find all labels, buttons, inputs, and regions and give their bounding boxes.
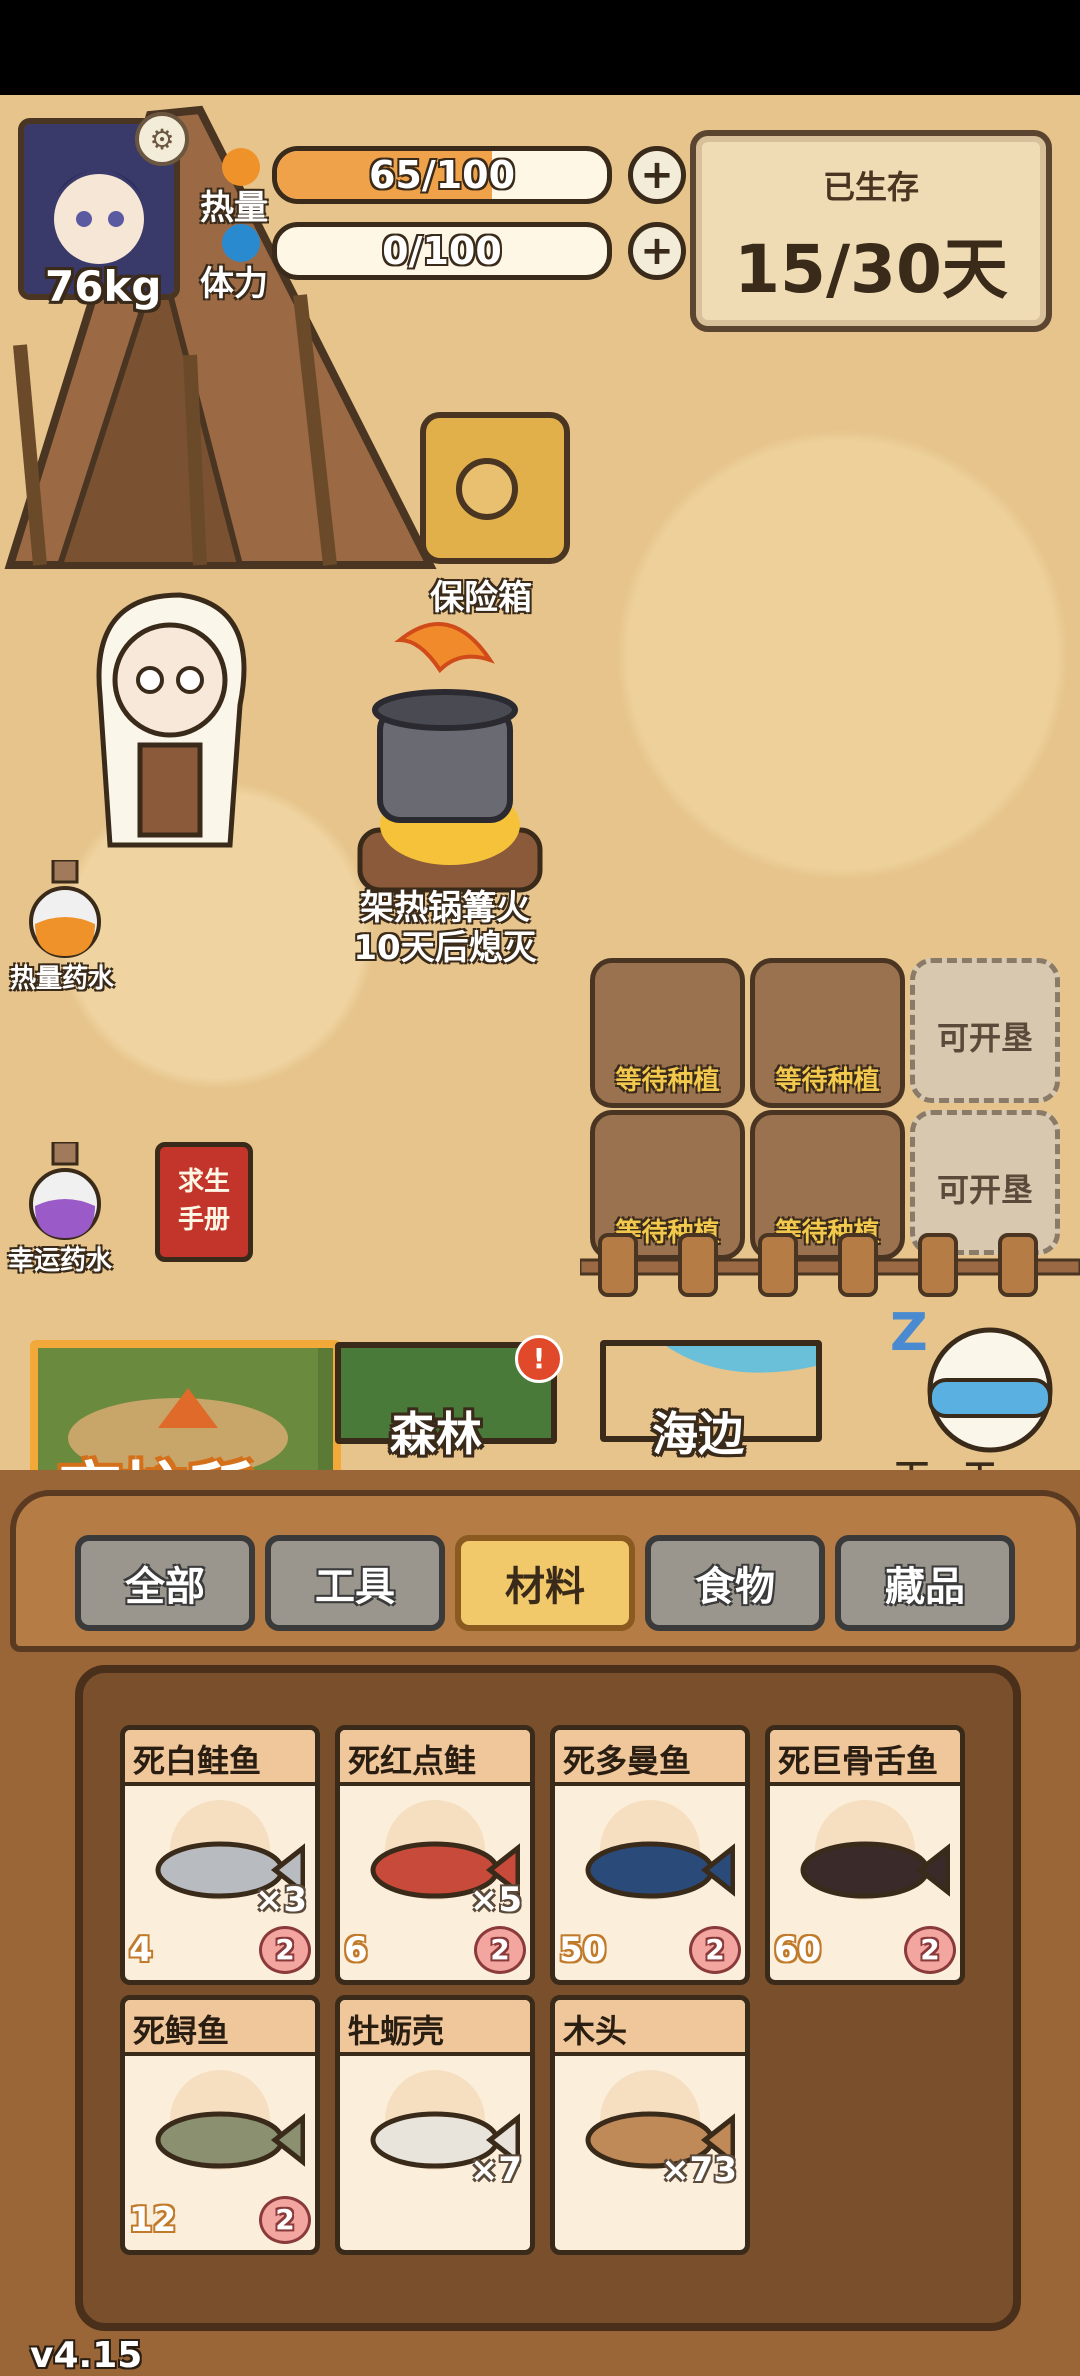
player-weight: 76kg [45, 262, 162, 311]
item-header: 死红点鲑 [340, 1730, 530, 1786]
days-survived-title: 已生存 [822, 168, 919, 206]
item-heat-value: 50 [559, 1930, 607, 1970]
item-quantity: ×73 [661, 2150, 737, 2190]
settings-gear-icon[interactable]: ⚙ [135, 112, 189, 166]
tab-all[interactable]: 全部 [75, 1535, 255, 1631]
item-quantity: ×7 [469, 2150, 522, 2190]
item-name: 死鲟鱼 [133, 2012, 230, 2050]
stamina-label: 体力 [200, 264, 268, 304]
luck-potion-icon[interactable] [25, 1142, 105, 1242]
item-name: 死巨骨舌鱼 [778, 1742, 939, 1780]
survivor-girl-character[interactable] [70, 585, 270, 875]
inventory-item[interactable]: 死白鲑鱼 ×3 4 2 [120, 1725, 320, 1985]
inventory-item[interactable]: 死鲟鱼 12 2 [120, 1995, 320, 2255]
tab-food[interactable]: 食物 [645, 1535, 825, 1631]
item-header: 死多曼鱼 [555, 1730, 745, 1786]
tab-collectibles[interactable]: 藏品 [835, 1535, 1015, 1631]
farm-plot[interactable]: 等待种植 [750, 958, 905, 1108]
item-pig-badge-icon: 2 [259, 1926, 311, 1974]
heat-potion-icon[interactable] [25, 860, 105, 960]
item-pig-badge-icon: 2 [904, 1926, 956, 1974]
safe-dial-icon [456, 458, 518, 520]
inventory-item[interactable]: 死多曼鱼 50 2 [550, 1725, 750, 1985]
farm-plot-label: 可开垦 [936, 1171, 1033, 1209]
svg-text:Z: Z [890, 1303, 928, 1363]
location-forest-label[interactable]: 森林 [390, 1398, 482, 1464]
dolly-varden-icon [585, 1841, 735, 1899]
inventory-item[interactable]: 死红点鲑 ×5 6 2 [335, 1725, 535, 1985]
survival-manual-book[interactable]: 求生 手册 [155, 1142, 253, 1262]
item-pig-badge-icon: 2 [474, 1926, 526, 1974]
tab-tools-label: 工具 [315, 1564, 395, 1610]
manual-title-line1: 求生 [177, 1167, 230, 1197]
item-header: 木头 [555, 2000, 745, 2056]
inventory-item[interactable]: 牡蛎壳 ×7 [335, 1995, 535, 2255]
item-name: 木头 [563, 2012, 628, 2050]
tab-materials[interactable]: 材料 [455, 1535, 635, 1631]
item-header: 死巨骨舌鱼 [770, 1730, 960, 1786]
tab-all-label: 全部 [125, 1564, 205, 1610]
luck-potion-label: 幸运药水 [8, 1246, 113, 1276]
add-heat-button[interactable]: + [628, 146, 686, 204]
inventory-item[interactable]: 死巨骨舌鱼 60 2 [765, 1725, 965, 1985]
heat-value: 65/100 [368, 153, 516, 197]
farm-plot-label: 可开垦 [936, 1019, 1033, 1057]
campfire-status-line2: 10天后熄灭 [353, 928, 537, 968]
forest-alert-badge: ! [515, 1335, 563, 1383]
item-name: 死红点鲑 [348, 1742, 477, 1780]
farm-plot[interactable]: 等待种植 [590, 958, 745, 1108]
item-pig-badge-icon: 2 [689, 1926, 741, 1974]
tab-collectibles-label: 藏品 [885, 1564, 965, 1610]
item-name: 死白鲑鱼 [133, 1742, 262, 1780]
days-survived-value: 15/30天 [734, 231, 1008, 308]
location-seaside-label[interactable]: 海边 [652, 1398, 744, 1464]
add-stamina-button[interactable]: + [628, 222, 686, 280]
item-header: 死鲟鱼 [125, 2000, 315, 2056]
farm-plot-label: 等待种植 [775, 1066, 880, 1096]
inventory-item[interactable]: 木头 ×73 [550, 1995, 750, 2255]
stamina-value: 0/100 [382, 229, 502, 273]
item-header: 死白鲑鱼 [125, 1730, 315, 1786]
item-pig-badge-icon: 2 [259, 2196, 311, 2244]
heat-potion-label: 热量药水 [10, 964, 115, 994]
item-name: 牡蛎壳 [348, 2012, 445, 2050]
version-label: v4.15 [30, 2335, 143, 2376]
item-heat-value: 4 [129, 1930, 153, 1970]
manual-title-line2: 手册 [177, 1205, 230, 1235]
item-heat-value: 12 [129, 2200, 177, 2240]
heat-label: 热量 [200, 188, 268, 228]
arapaima-icon [800, 1841, 950, 1899]
sturgeon-icon [155, 2111, 305, 2169]
status-bar [0, 0, 1080, 95]
tab-food-label: 食物 [695, 1564, 775, 1610]
tab-materials-label: 材料 [505, 1564, 585, 1610]
farm-plot-label: 等待种植 [615, 1066, 720, 1096]
days-survived-panel: 已生存 15/30天 [690, 130, 1052, 332]
tab-tools[interactable]: 工具 [265, 1535, 445, 1631]
campfire-pot-icon[interactable] [340, 600, 550, 920]
item-heat-value: 60 [774, 1930, 822, 1970]
item-header: 牡蛎壳 [340, 2000, 530, 2056]
stamina-bar: 0/100 [272, 222, 612, 280]
item-heat-value: 6 [344, 1930, 368, 1970]
safe-box[interactable] [420, 412, 570, 564]
item-quantity: ×3 [254, 1880, 307, 1920]
farm-plot-locked[interactable]: 可开垦 [910, 958, 1060, 1103]
item-name: 死多曼鱼 [563, 1742, 692, 1780]
heat-bar: 65/100 [272, 146, 612, 204]
item-quantity: ×5 [469, 1880, 522, 1920]
